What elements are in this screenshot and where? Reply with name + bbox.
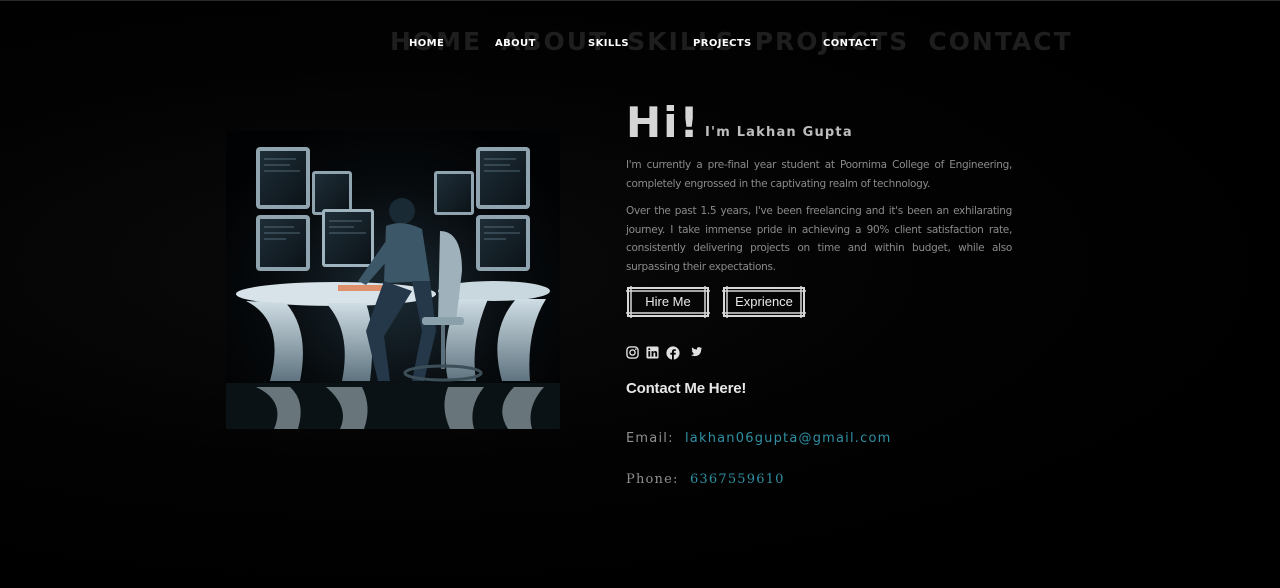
email-row: Email: lakhan06gupta@gmail.com bbox=[626, 431, 892, 446]
nav-link-projects[interactable]: PROJECTS bbox=[693, 38, 752, 49]
portfolio-page: HOME ABOUT SKILLS PROJECTS CONTACT HOME ABOU… bbox=[0, 0, 1280, 588]
instagram-icon[interactable] bbox=[626, 346, 640, 360]
nav-link-about[interactable]: ABOUT bbox=[495, 38, 536, 49]
nav-link-home[interactable]: HOME bbox=[409, 38, 444, 49]
phone-label: Phone: bbox=[626, 472, 679, 487]
nav-link-contact[interactable]: CONTACT bbox=[823, 38, 878, 49]
phone-link[interactable]: 6367559610 bbox=[690, 472, 785, 487]
hire-me-button[interactable]: Hire Me bbox=[626, 286, 710, 318]
intro-paragraph: I'm currently a pre-final year student a… bbox=[626, 159, 1012, 190]
hire-me-label: Hire Me bbox=[645, 294, 691, 309]
email-label: Email: bbox=[626, 431, 674, 446]
experience-label: Exprience bbox=[735, 294, 793, 309]
hero-name: I'm Lakhan Gupta bbox=[705, 125, 853, 140]
experience-button[interactable]: Exprience bbox=[722, 286, 806, 318]
nav-link-skills[interactable]: SKILLS bbox=[588, 38, 629, 49]
nav-ghost-contact: CONTACT bbox=[928, 27, 1073, 56]
hero-illustration bbox=[226, 131, 560, 429]
twitter-icon[interactable] bbox=[688, 346, 702, 360]
linkedin-icon[interactable] bbox=[646, 346, 660, 360]
developer-workstation-image bbox=[226, 131, 560, 429]
experience-paragraph: Over the past 1.5 years, I've been freel… bbox=[626, 205, 1012, 273]
email-link[interactable]: lakhan06gupta@gmail.com bbox=[685, 431, 892, 446]
hero-greeting: Hi! bbox=[626, 98, 701, 147]
facebook-icon[interactable] bbox=[666, 346, 680, 360]
phone-row: Phone: 6367559610 bbox=[626, 472, 785, 487]
contact-heading: Contact Me Here! bbox=[626, 380, 747, 397]
